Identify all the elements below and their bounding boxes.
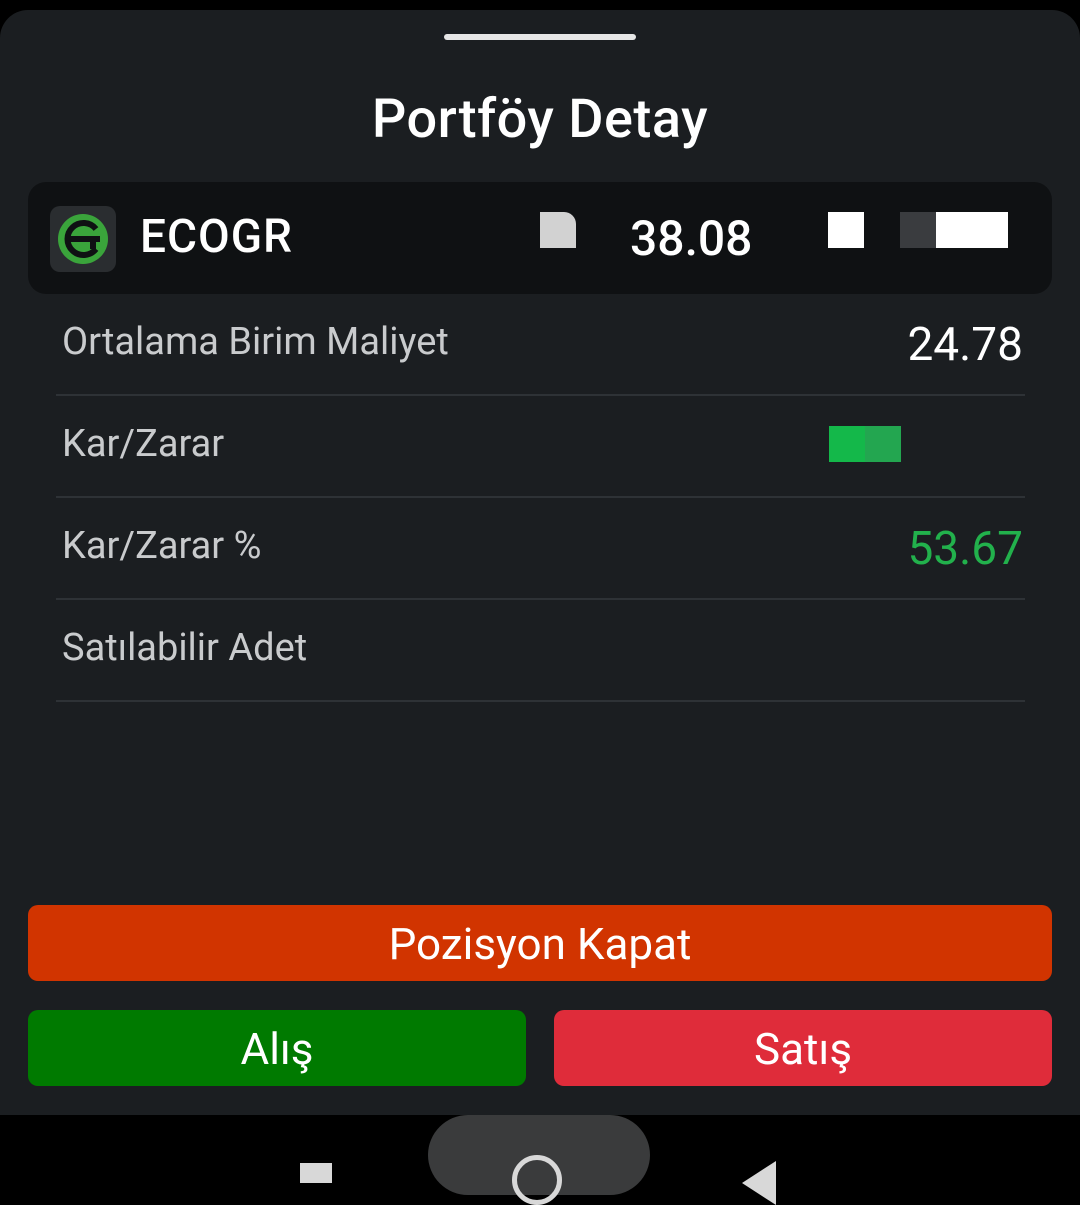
profit-loss-indicator — [829, 426, 901, 462]
sell-button[interactable]: Satış — [554, 1010, 1052, 1086]
average-cost-value: 24.78 — [907, 318, 1023, 372]
stock-symbol: ECOGR — [140, 210, 293, 264]
redacted-mark — [900, 212, 936, 248]
detail-row-sellable-quantity: Satılabilir Adet — [56, 600, 1025, 702]
home-icon[interactable] — [512, 1155, 562, 1205]
back-icon[interactable] — [742, 1161, 776, 1205]
system-navigation-bar — [0, 1115, 1080, 1205]
redacted-mark — [828, 212, 864, 248]
stock-price: 38.08 — [630, 210, 753, 267]
recent-apps-icon[interactable] — [300, 1163, 332, 1183]
ecogr-logo-icon — [50, 206, 116, 272]
detail-label: Satılabilir Adet — [62, 626, 308, 670]
redacted-mark — [936, 212, 1008, 248]
close-position-button[interactable]: Pozisyon Kapat — [28, 905, 1052, 981]
profit-loss-percent-value: 53.67 — [907, 522, 1023, 576]
detail-row-profit-loss-percent: Kar/Zarar % 53.67 — [56, 498, 1025, 600]
detail-label: Kar/Zarar — [62, 422, 225, 466]
sheet-title: Portföy Detay — [371, 88, 709, 151]
drag-handle[interactable] — [444, 34, 636, 40]
detail-label: Ortalama Birim Maliyet — [62, 320, 449, 364]
buy-button[interactable]: Alış — [28, 1010, 526, 1086]
detail-row-average-cost: Ortalama Birim Maliyet 24.78 — [56, 294, 1025, 396]
stock-summary-row[interactable]: ECOGR 38.08 — [28, 182, 1052, 294]
detail-row-profit-loss: Kar/Zarar — [56, 396, 1025, 498]
detail-label: Kar/Zarar % — [62, 524, 262, 568]
redacted-mark — [540, 212, 576, 248]
